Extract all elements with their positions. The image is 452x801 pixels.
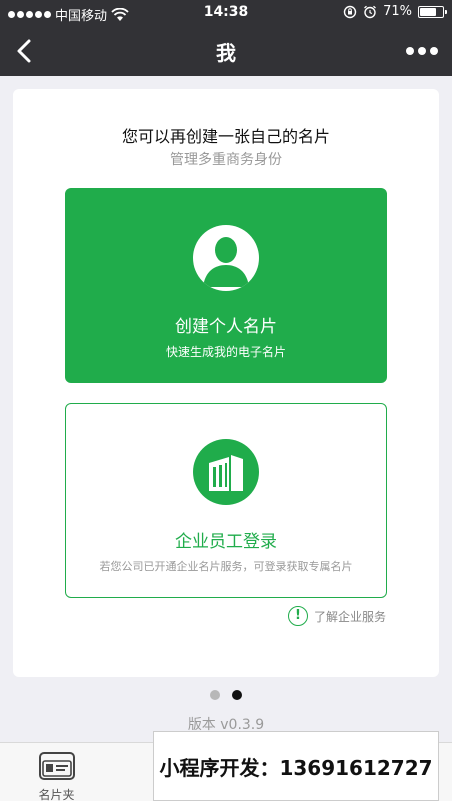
panel-headline: 您可以再创建一张自己的名片	[121, 127, 330, 146]
enterprise-login-button[interactable]: 企业员工登录 若您公司已开通企业名片服务，可登录获取专属名片	[65, 403, 387, 598]
battery-percent: 71%	[383, 4, 412, 19]
enterprise-card-title: 企业员工登录	[175, 532, 277, 552]
create-personal-card-button[interactable]: 创建个人名片 快速生成我的电子名片	[65, 188, 387, 383]
battery-icon	[418, 5, 447, 18]
rotation-lock-icon	[343, 5, 357, 18]
page-indicator	[0, 690, 452, 700]
card-creation-panel: 您可以再创建一张自己的名片 管理多重商务身份 创建个人名片 快速生成我的电子名片…	[13, 89, 439, 677]
battery-fill	[420, 7, 436, 16]
page-title: 我	[216, 41, 236, 65]
learn-enterprise-service-link[interactable]: ! 了解企业服务	[287, 606, 386, 626]
personal-card-desc: 快速生成我的电子名片	[165, 345, 286, 359]
status-right: 71%	[343, 4, 447, 19]
card-holder-icon	[39, 752, 75, 780]
alarm-icon	[364, 5, 377, 18]
page-dot-2[interactable]	[232, 690, 242, 700]
person-avatar-icon	[193, 225, 259, 291]
tab-card-holder-label: 名片夹	[38, 788, 75, 801]
info-icon: !	[287, 606, 308, 626]
personal-card-title: 创建个人名片	[175, 317, 277, 337]
learn-enterprise-service-label: 了解企业服务	[313, 609, 386, 624]
navigation-bar: 我	[0, 26, 452, 76]
more-options-icon[interactable]	[406, 42, 438, 60]
tab-card-holder[interactable]: 名片夹	[0, 743, 113, 801]
panel-subline: 管理多重商务身份	[170, 152, 282, 168]
promo-banner: 小程序开发：13691612727	[153, 731, 439, 801]
building-icon	[193, 439, 259, 505]
enterprise-card-desc: 若您公司已开通企业名片服务，可登录获取专属名片	[99, 560, 353, 573]
page-dot-1[interactable]	[210, 690, 220, 700]
status-bar: 中国移动 14:38 71%	[0, 0, 452, 26]
